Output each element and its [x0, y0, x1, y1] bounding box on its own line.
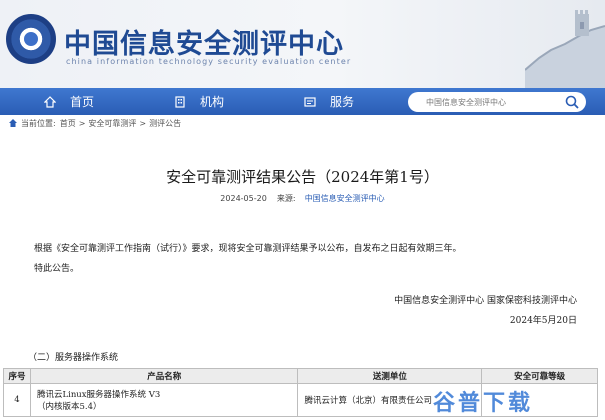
- source-value: 中国信息安全测评中心: [304, 194, 385, 203]
- article-paragraph: 特此公告。: [34, 264, 80, 274]
- breadcrumb-link-evaluation[interactable]: 安全可靠测评: [88, 118, 136, 129]
- globe-icon: [22, 30, 40, 48]
- article-paragraph: 根据《安全可靠测评工作指南（试行）》要求，现将安全可靠测评结果予以公布，自发布之…: [34, 244, 462, 254]
- nav-item-service[interactable]: 服务: [304, 88, 354, 115]
- table-header-row: 序号 产品名称 送测单位 安全可靠等级: [3, 368, 598, 384]
- nav-item-label: 首页: [70, 95, 95, 109]
- site-title: 中国信息安全测评中心: [64, 29, 344, 60]
- product-version: （内核版本5.4）: [36, 402, 102, 412]
- nav-item-label: 服务: [330, 95, 355, 109]
- breadcrumb-separator: >: [78, 118, 86, 128]
- search-box: [408, 92, 586, 112]
- article-title: 安全可靠测评结果公告（2024年第1号）: [166, 168, 439, 186]
- search-icon[interactable]: [564, 94, 580, 110]
- column-header: 送测单位: [297, 368, 483, 384]
- article-meta: 2024-05-20 来源: 中国信息安全测评中心: [0, 193, 605, 204]
- watermark-logo: 谷普下载: [433, 391, 534, 416]
- building-icon: [174, 95, 186, 108]
- column-header: 序号: [3, 368, 31, 384]
- home-icon: [44, 95, 56, 108]
- site-subtitle: china information technology security ev…: [66, 57, 352, 66]
- column-header: 产品名称: [29, 368, 299, 384]
- service-icon: [304, 96, 316, 108]
- logo[interactable]: [6, 14, 56, 64]
- cell-product: 腾讯云Linux服务器操作系统 V3 （内核版本5.4）: [29, 383, 299, 417]
- product-name: 腾讯云Linux服务器操作系统 V3: [36, 390, 161, 400]
- breadcrumb: 当前位置: 首页 > 安全可靠测评 > 测评公告: [8, 116, 181, 130]
- home-icon: [9, 119, 17, 127]
- great-wall-graphic: [525, 10, 605, 88]
- source-label: 来源:: [276, 194, 296, 203]
- breadcrumb-link-home[interactable]: 首页: [60, 118, 76, 129]
- nav-item-home[interactable]: 首页: [44, 88, 94, 115]
- cell-number: 4: [3, 383, 31, 417]
- sign-date: 2024年5月20日: [509, 316, 577, 326]
- publish-date: 2024-05-20: [220, 194, 267, 203]
- breadcrumb-prefix: 当前位置:: [21, 118, 56, 128]
- nav-item-organization[interactable]: 机构: [174, 88, 224, 115]
- site-header: 中国信息安全测评中心 china information technology …: [0, 0, 605, 88]
- search-input[interactable]: [426, 94, 562, 110]
- nav-item-label: 机构: [200, 95, 225, 109]
- breadcrumb-link-announcements[interactable]: 测评公告: [149, 118, 181, 129]
- signatories: 中国信息安全测评中心 国家保密科技测评中心: [394, 296, 577, 306]
- section-heading: （二）服务器操作系统: [28, 353, 119, 363]
- column-header: 安全可靠等级: [481, 368, 598, 384]
- breadcrumb-separator: >: [139, 118, 147, 128]
